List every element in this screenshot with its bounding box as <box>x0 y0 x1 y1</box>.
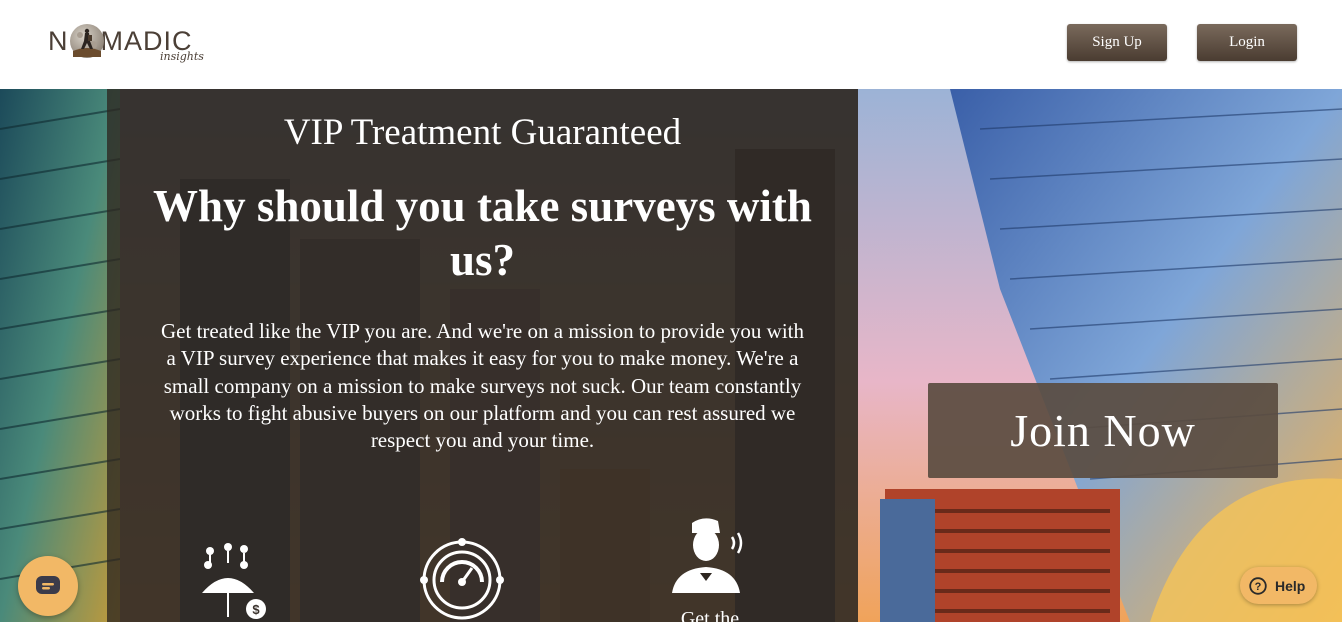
hero-paragraph: Get treated like the VIP you are. And we… <box>161 319 804 453</box>
umbrella-money-icon: $ <box>202 543 266 619</box>
chat-widget-button[interactable] <box>18 556 78 616</box>
logo-subtitle: insights <box>160 50 204 63</box>
feature-label-support: Get the <box>680 608 740 622</box>
join-now-button[interactable]: Join Now <box>928 383 1278 478</box>
hero-headline: Why should you take surveys with us? <box>153 181 812 285</box>
login-button[interactable]: Login <box>1197 24 1297 61</box>
hero-section: VIP Treatment Guaranteed Why should you … <box>0 89 1342 622</box>
support-agent-icon <box>672 518 743 593</box>
help-button[interactable]: ? Help <box>1240 567 1317 604</box>
chat-icon <box>36 576 60 594</box>
question-circle-icon: ? <box>1249 576 1267 595</box>
hero-kicker: VIP Treatment Guaranteed <box>283 112 682 153</box>
speedometer-gear-icon <box>420 538 504 620</box>
help-label: Help <box>1275 577 1306 594</box>
svg-text:$: $ <box>252 602 260 617</box>
site-header: N MADIC insights Sign Up Login <box>0 0 1342 89</box>
signup-button[interactable]: Sign Up <box>1067 24 1167 61</box>
nomadic-insights-logo[interactable]: N MADIC insights <box>48 20 208 68</box>
moon-traveler-icon <box>70 24 104 58</box>
svg-text:?: ? <box>1255 581 1262 593</box>
